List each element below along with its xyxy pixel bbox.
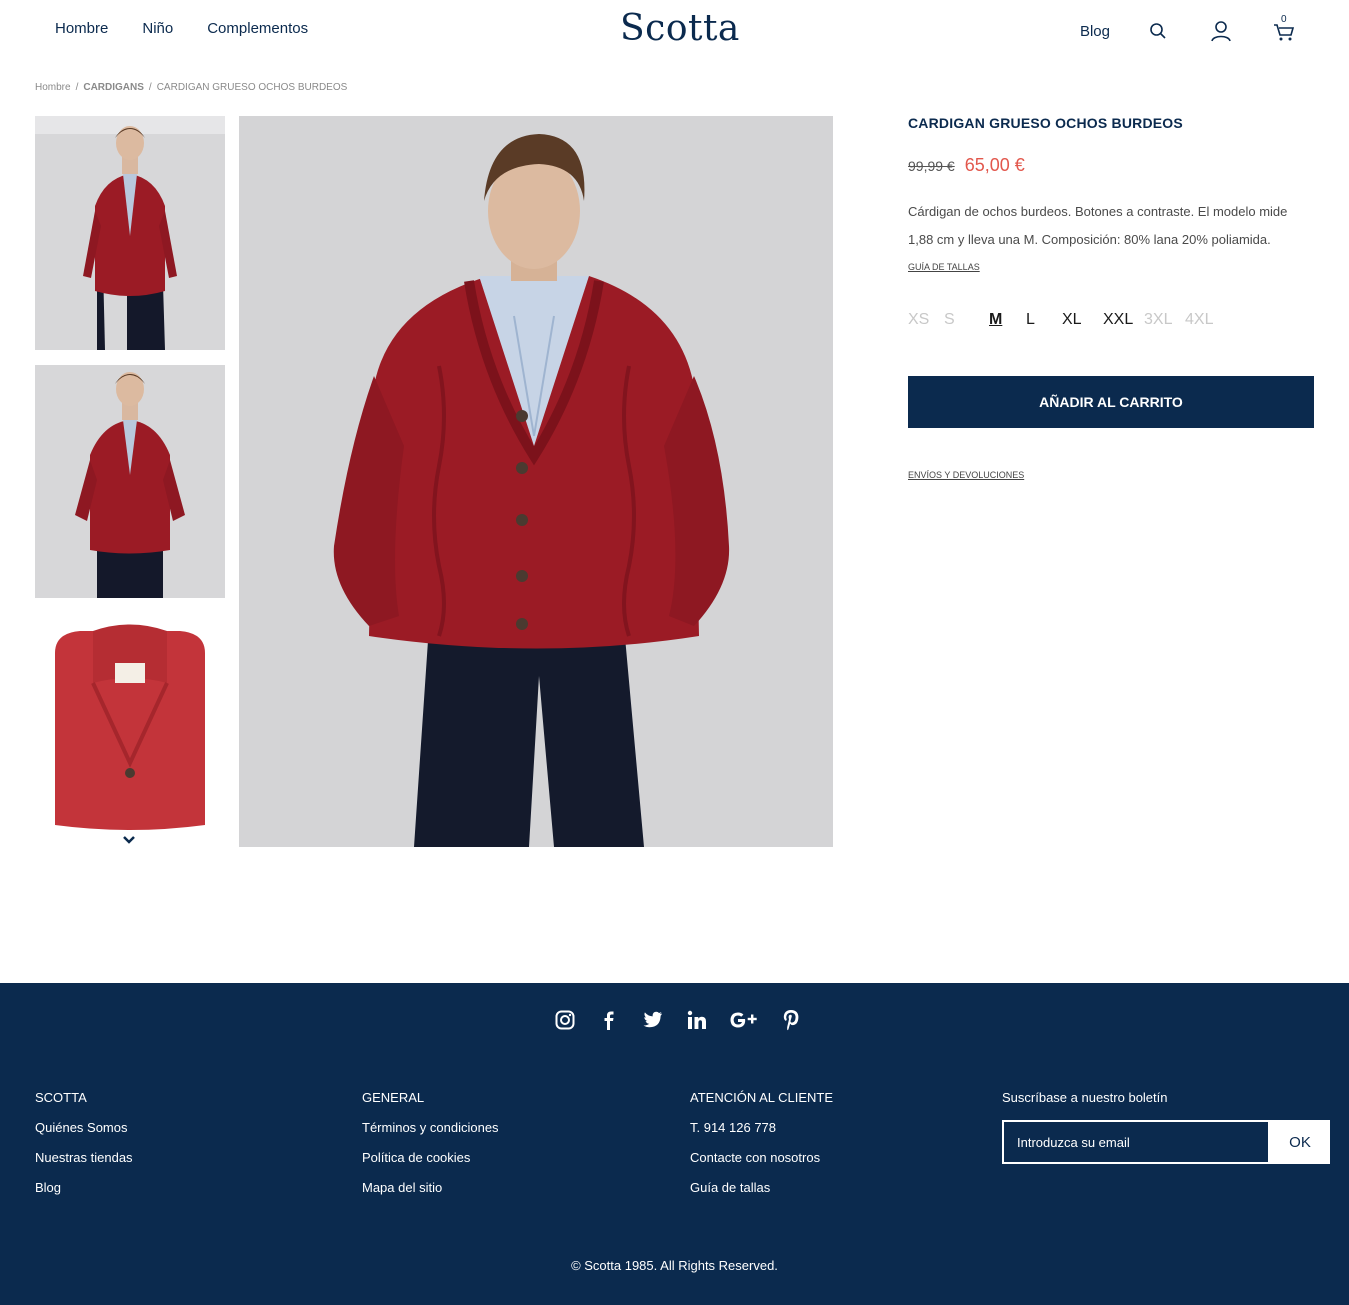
footer-heading: GENERAL: [362, 1090, 425, 1105]
footer-col-general: GENERAL Términos y condiciones Política …: [362, 1090, 499, 1210]
product-description: Cárdigan de ochos burdeos. Botones a con…: [908, 204, 1288, 247]
footer-heading: SCOTTA: [35, 1090, 87, 1105]
copyright: © Scotta 1985. All Rights Reserved.: [571, 1258, 778, 1273]
newsletter-heading: Suscríbase a nuestro boletín: [1002, 1090, 1168, 1105]
footer-link-phone[interactable]: T. 914 126 778: [690, 1120, 833, 1135]
size-option-m[interactable]: M: [989, 311, 1026, 329]
footer-link-mapa[interactable]: Mapa del sitio: [362, 1180, 499, 1195]
size-option-4xl[interactable]: 4XL: [1185, 311, 1226, 329]
size-selector: XS S M L XL XXL 3XL 4XL: [908, 311, 1314, 329]
size-guide-link[interactable]: GUÍA DE TALLAS: [908, 262, 980, 272]
footer-link-guia-tallas[interactable]: Guía de tallas: [690, 1180, 833, 1195]
chevron-down-icon[interactable]: [121, 833, 137, 847]
footer-link-terminos[interactable]: Términos y condiciones: [362, 1120, 499, 1135]
newsletter-submit-button[interactable]: OK: [1270, 1120, 1330, 1164]
nav-complementos[interactable]: Complementos: [207, 20, 308, 37]
size-option-3xl[interactable]: 3XL: [1144, 311, 1185, 329]
site-footer: SCOTTA Quiénes Somos Nuestras tiendas Bl…: [0, 983, 1349, 1305]
footer-col-scotta: SCOTTA Quiénes Somos Nuestras tiendas Bl…: [35, 1090, 133, 1210]
breadcrumb: Hombre / CARDIGANS / CARDIGAN GRUESO OCHOS B…: [35, 82, 348, 93]
google-plus-icon[interactable]: [729, 1008, 759, 1032]
facebook-icon[interactable]: [597, 1008, 621, 1032]
footer-heading: ATENCIÓN AL CLIENTE: [690, 1090, 834, 1105]
thumbnail-folded[interactable]: [35, 613, 225, 835]
add-to-cart-button[interactable]: AÑADIR AL CARRITO: [908, 376, 1314, 428]
size-option-xxl[interactable]: XXL: [1103, 311, 1144, 329]
sale-price: 65,00 €: [964, 155, 1025, 175]
newsletter-form: Introduzca su email OK: [1002, 1120, 1330, 1164]
footer-link-blog[interactable]: Blog: [35, 1180, 133, 1195]
thumbnail-hands-pockets[interactable]: [35, 365, 225, 598]
footer-col-atencion: ATENCIÓN AL CLIENTE T. 914 126 778 Conta…: [690, 1090, 833, 1210]
old-price: 99,99 €: [908, 158, 955, 174]
footer-col-newsletter: Suscríbase a nuestro boletín: [1002, 1090, 1168, 1120]
logo[interactable]: Scotta: [620, 8, 740, 49]
thumbnail-front-model[interactable]: [35, 116, 225, 350]
footer-link-contacto[interactable]: Contacte con nosotros: [690, 1150, 833, 1165]
breadcrumb-current: CARDIGAN GRUESO OCHOS BURDEOS: [156, 82, 348, 93]
size-option-xs[interactable]: XS: [908, 311, 944, 329]
footer-link-cookies[interactable]: Política de cookies: [362, 1150, 499, 1165]
twitter-icon[interactable]: [641, 1008, 665, 1032]
search-icon[interactable]: [1145, 18, 1171, 44]
nav-hombre[interactable]: Hombre: [55, 20, 108, 37]
price-block: 99,99 € 65,00 €: [908, 155, 1314, 176]
size-option-xl[interactable]: XL: [1062, 311, 1103, 329]
linkedin-icon[interactable]: [685, 1008, 709, 1032]
size-option-s[interactable]: S: [944, 311, 979, 329]
breadcrumb-cardigans[interactable]: CARDIGANS: [83, 82, 144, 93]
main-nav: Hombre Niño Complementos: [55, 20, 342, 37]
instagram-icon[interactable]: [553, 1008, 577, 1032]
nav-nino[interactable]: Niño: [142, 20, 173, 37]
footer-link-nuestras-tiendas[interactable]: Nuestras tiendas: [35, 1150, 133, 1165]
user-icon[interactable]: [1208, 18, 1234, 44]
header-actions: Blog 0: [1080, 14, 1297, 44]
main-product-image[interactable]: [239, 116, 833, 847]
breadcrumb-hombre[interactable]: Hombre: [35, 82, 71, 93]
newsletter-email-input[interactable]: Introduzca su email: [1002, 1120, 1270, 1164]
site-header: Hombre Niño Complementos Scotta Blog 0: [0, 0, 1349, 62]
size-option-l[interactable]: L: [1026, 311, 1062, 329]
cart-count-badge: 0: [1281, 14, 1287, 25]
product-info: CARDIGAN GRUESO OCHOS BURDEOS 99,99 € 65…: [908, 115, 1314, 480]
social-links: [553, 1008, 823, 1032]
cart-icon[interactable]: 0: [1271, 14, 1297, 44]
nav-blog[interactable]: Blog: [1080, 23, 1110, 40]
shipping-returns-link[interactable]: ENVÍOS Y DEVOLUCIONES: [908, 470, 1024, 480]
footer-link-quienes-somos[interactable]: Quiénes Somos: [35, 1120, 133, 1135]
pinterest-icon[interactable]: [779, 1008, 803, 1032]
product-title: CARDIGAN GRUESO OCHOS BURDEOS: [908, 115, 1183, 131]
